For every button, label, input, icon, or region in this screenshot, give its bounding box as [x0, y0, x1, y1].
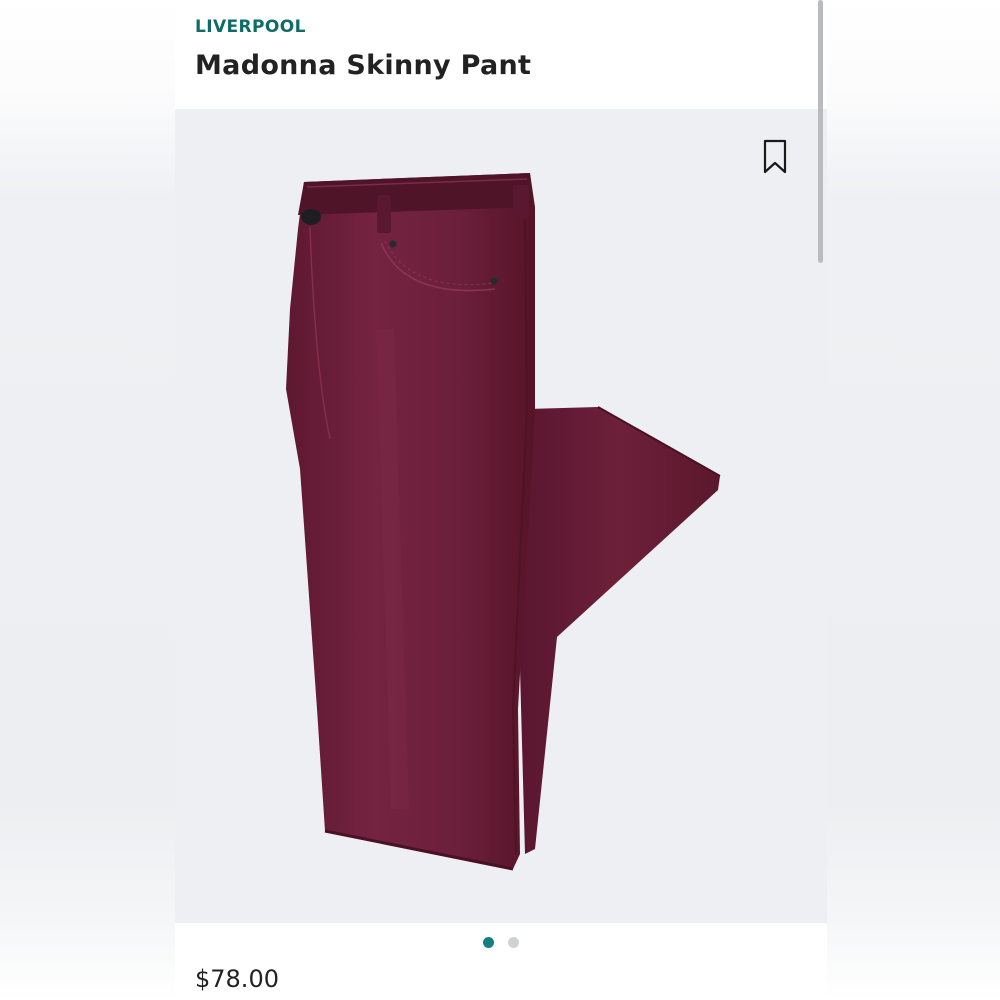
bookmark-button[interactable]: [762, 139, 788, 175]
carousel-dot-2[interactable]: [508, 937, 519, 948]
product-price: $78.00: [195, 965, 279, 993]
carousel-dot-1[interactable]: [483, 937, 494, 948]
screen: LIVERPOOL Madonna Skinny Pant $78.00: [0, 0, 1000, 1000]
scrollbar[interactable]: [818, 0, 823, 263]
product-title: Madonna Skinny Pant: [195, 50, 532, 81]
blurred-background-left: [0, 0, 175, 1000]
blurred-background-right: [827, 0, 1000, 1000]
product-card: LIVERPOOL Madonna Skinny Pant $78.00: [175, 0, 827, 1000]
product-image[interactable]: [175, 109, 827, 923]
image-carousel-indicator: [175, 937, 827, 951]
brand-name[interactable]: LIVERPOOL: [195, 17, 306, 37]
pants-image: [286, 173, 721, 871]
bookmark-icon: [763, 139, 787, 174]
